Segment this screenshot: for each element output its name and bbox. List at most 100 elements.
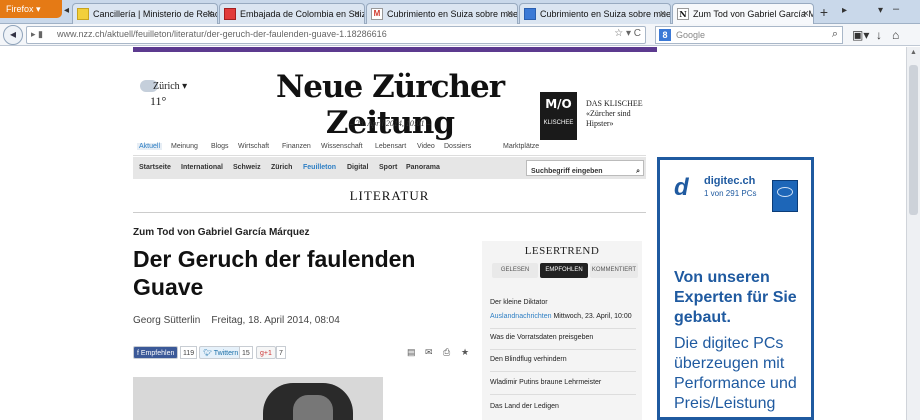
ad-headline: Von unseren Experten für Sie gebaut.: [674, 269, 797, 326]
nav-item-dossiers[interactable]: Dossiers: [444, 143, 471, 150]
lesertrend-item-meta: Auslandnachrichten Mittwoch, 23. April, …: [490, 313, 632, 320]
flag-icon: [77, 8, 89, 20]
close-tab-icon[interactable]: ×: [507, 4, 513, 24]
subnav-item-sport[interactable]: Sport: [379, 164, 397, 171]
tab-scroll-left-icon[interactable]: ◂: [64, 5, 69, 16]
email-icon[interactable]: ✉: [425, 347, 433, 358]
article-photo[interactable]: [133, 377, 383, 420]
scroll-up-icon[interactable]: ▲: [910, 49, 917, 56]
facebook-count: 119: [180, 346, 198, 359]
mo-klischee-logo[interactable]: M/O KLISCHEE: [540, 92, 577, 140]
twitter-label: Twittern: [213, 350, 239, 357]
digitec-logo-icon: d: [674, 174, 689, 201]
lesertrend-box: LESERTREND GELESEN EMPFOHLEN KOMMENTIERT…: [482, 241, 642, 420]
search-bar[interactable]: 8 Google ⌕: [655, 26, 843, 44]
weather-temperature: 11°: [150, 94, 167, 108]
bookmark-star-icon[interactable]: ☆ ▾ C: [614, 28, 641, 39]
tab-nzz-active[interactable]: N Zum Tod von Gabriel García Márqu... ×: [672, 3, 814, 24]
nav-item-wirtschaft[interactable]: Wirtschaft: [238, 143, 269, 150]
divider: [490, 371, 636, 372]
downloads-icon[interactable]: ↓: [876, 28, 882, 42]
site-search-placeholder: Suchbegriff eingeben: [531, 168, 603, 175]
firefox-menu-button[interactable]: Firefox ▾: [0, 0, 62, 18]
search-icon[interactable]: ⌕: [636, 168, 640, 176]
print-icon[interactable]: ⎙: [443, 347, 450, 358]
close-tab-icon[interactable]: ×: [354, 4, 360, 24]
nav-item-wissenschaft[interactable]: Wissenschaft: [321, 143, 363, 150]
tab-list-icon[interactable]: ▾: [878, 5, 883, 16]
nav-item-meinung[interactable]: Meinung: [171, 143, 198, 150]
ad-brand: digitec.ch: [704, 175, 756, 187]
lesertrend-item-date: Mittwoch, 23. April, 10:00: [553, 313, 632, 320]
share-bar: f Empfehlen 119 🐦︎ Twittern 15 g+1 7 ▤ ✉…: [133, 345, 473, 363]
google-plus-count: 7: [276, 346, 286, 359]
url-text: www.nzz.ch/aktuell/feuilleton/literatur/…: [57, 29, 387, 39]
nav-item-marktplaetze[interactable]: Marktplätze: [503, 143, 539, 150]
twitter-icon: 🐦︎: [203, 350, 214, 357]
close-tab-icon[interactable]: ×: [660, 4, 666, 24]
new-tab-button[interactable]: +: [816, 4, 832, 22]
subnav-item-feuilleton[interactable]: Feuilleton: [303, 164, 336, 171]
tab-gelesen[interactable]: GELESEN: [492, 263, 538, 278]
subnav-item-digital[interactable]: Digital: [347, 164, 368, 171]
docs-icon: [524, 8, 536, 20]
tab-docs[interactable]: Cubrimiento en Suiza sobre muert... ×: [519, 3, 671, 24]
lesertrend-item[interactable]: Der kleine Diktator: [490, 299, 640, 306]
intel-badge-icon: [772, 180, 798, 212]
subnav-item-zuerich[interactable]: Zürich: [271, 164, 292, 171]
close-tab-icon[interactable]: ×: [803, 4, 809, 24]
lesertrend-item[interactable]: Was die Vorratsdaten preisgeben: [490, 334, 640, 341]
nav-item-lebensart[interactable]: Lebensart: [375, 143, 406, 150]
minimize-icon[interactable]: –: [893, 3, 899, 15]
weather-widget[interactable]: Zürich ▾ 11°: [140, 80, 200, 120]
klischee-text: «Zürcher sind Hipster»: [586, 109, 631, 128]
digitec-advertisement[interactable]: d digitec.ch 1 von 291 PCs Von unseren E…: [657, 157, 814, 420]
subnav-item-international[interactable]: International: [181, 164, 223, 171]
url-bar[interactable]: ▸ ▮ www.nzz.ch/aktuell/feuilleton/litera…: [26, 26, 646, 44]
section-rubric: LITERATUR: [133, 179, 646, 213]
twitter-button[interactable]: 🐦︎ Twittern: [199, 346, 243, 359]
klischee-teaser[interactable]: DAS KLISCHEE «Zürcher sind Hipster»: [586, 99, 656, 129]
tab-kommentiert[interactable]: KOMMENTIERT: [590, 263, 638, 278]
site-identity-icon[interactable]: ▸ ▮: [31, 29, 43, 40]
subnav-item-startseite[interactable]: Startseite: [139, 164, 171, 171]
tab-empfohlen[interactable]: EMPFOHLEN: [540, 263, 588, 278]
search-placeholder: Google: [676, 30, 706, 40]
nzz-icon: N: [677, 8, 689, 20]
bookmarks-menu-icon[interactable]: ▣▾: [852, 28, 869, 42]
nav-item-aktuell[interactable]: Aktuell: [137, 143, 163, 150]
article-author[interactable]: Georg Sütterlin: [133, 315, 200, 326]
lesertrend-title: LESERTREND: [524, 245, 600, 257]
lesertrend-item[interactable]: Das Land der Ledigen: [490, 403, 640, 410]
dateline: – 28. April 2014, 10:01 –: [349, 119, 431, 128]
nzz-logo[interactable]: Neue Zürcher Zeitung: [255, 69, 525, 141]
page-scrollbar[interactable]: ▲: [906, 47, 920, 420]
tab-cancilleria[interactable]: Cancillería | Ministerio de Relacio... ×: [72, 3, 218, 24]
back-button[interactable]: ◂: [3, 25, 23, 45]
google-plus-button[interactable]: g+1: [256, 346, 276, 359]
intel-swoosh: [777, 187, 793, 197]
tab-scroll-right-icon[interactable]: ▸: [842, 5, 847, 16]
lesertrend-item[interactable]: Wladimir Putins braune Lehrmeister: [490, 379, 640, 386]
subnav-item-panorama[interactable]: Panorama: [406, 164, 440, 171]
nav-item-blogs[interactable]: Blogs: [211, 143, 229, 150]
scrollbar-thumb[interactable]: [909, 65, 918, 215]
lesertrend-item[interactable]: Den Blindflug verhindern: [490, 356, 640, 363]
comment-icon[interactable]: ▤: [407, 347, 416, 358]
subnav-item-schweiz[interactable]: Schweiz: [233, 164, 261, 171]
twitter-count: 15: [239, 346, 253, 359]
close-tab-icon[interactable]: ×: [207, 4, 213, 24]
facebook-like-button[interactable]: f Empfehlen: [133, 346, 179, 359]
tab-label: Cubrimiento en Suiza sobre muert...: [387, 9, 518, 19]
main-navigation: Aktuell Meinung Blogs Wirtschaft Finanze…: [133, 140, 646, 156]
tab-label: Cancillería | Ministerio de Relacio...: [93, 9, 218, 19]
nav-item-finanzen[interactable]: Finanzen: [282, 143, 311, 150]
bookmark-star-icon[interactable]: ★: [461, 347, 469, 358]
home-icon[interactable]: ⌂: [892, 28, 899, 42]
lesertrend-item-section[interactable]: Auslandnachrichten: [490, 313, 552, 320]
search-icon[interactable]: ⌕: [832, 28, 838, 41]
tab-embajada[interactable]: Embajada de Colombia en Suiza ×: [219, 3, 365, 24]
site-search-input[interactable]: Suchbegriff eingeben ⌕: [526, 160, 644, 176]
tab-gmail[interactable]: M Cubrimiento en Suiza sobre muert... ×: [366, 3, 518, 24]
nav-item-video[interactable]: Video: [417, 143, 435, 150]
